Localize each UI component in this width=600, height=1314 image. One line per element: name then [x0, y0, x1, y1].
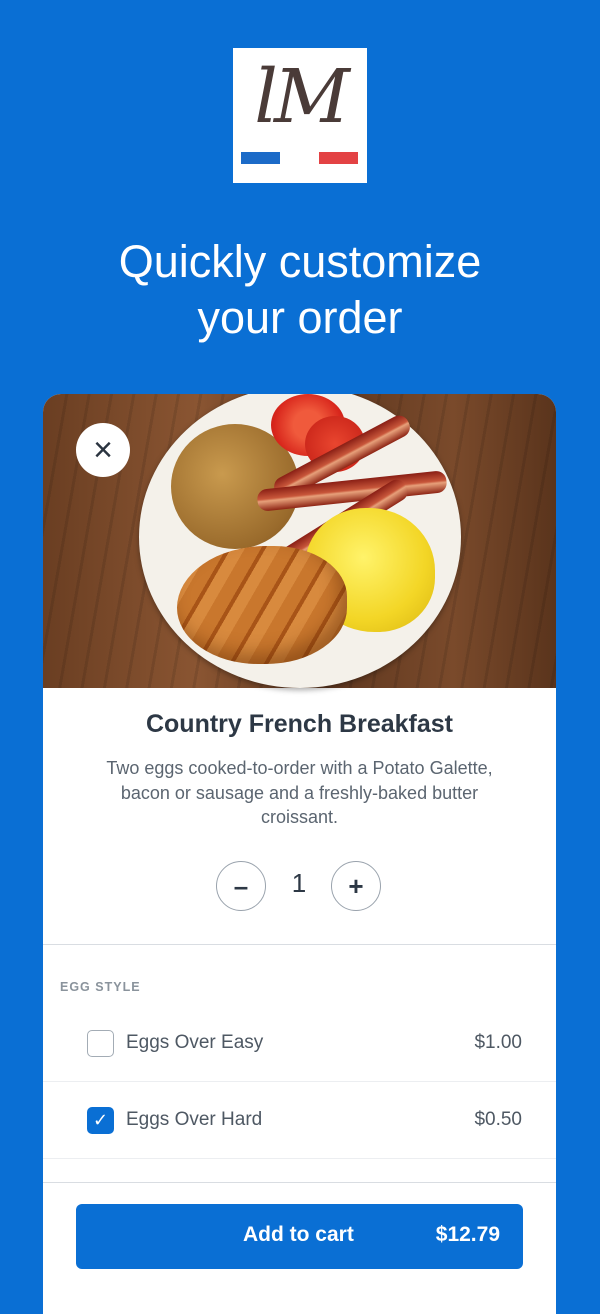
croissant-image	[177, 546, 347, 664]
option-label: Eggs Over Hard	[126, 1109, 263, 1130]
section-divider	[43, 944, 556, 945]
decrease-quantity-button[interactable]: –	[216, 861, 266, 911]
logo-blue-stripe	[241, 152, 280, 164]
logo-monogram: lM	[254, 54, 349, 140]
brand-logo: lM	[233, 48, 367, 183]
option-checkbox[interactable]	[87, 1030, 114, 1057]
option-price: $0.50	[474, 1109, 522, 1130]
close-button[interactable]: ×	[76, 423, 130, 477]
option-row-eggs-over-easy[interactable]: Eggs Over Easy $1.00	[43, 1006, 556, 1082]
close-icon: ×	[93, 431, 113, 469]
option-row-eggs-over-hard[interactable]: ✓ Eggs Over Hard $0.50	[43, 1083, 556, 1159]
increase-quantity-button[interactable]: +	[331, 861, 381, 911]
section-label-egg-style: EGG STYLE	[60, 980, 141, 994]
headline: Quickly customize your order	[0, 234, 600, 346]
option-label: Eggs Over Easy	[126, 1032, 264, 1053]
item-photo: ×	[43, 394, 556, 688]
item-description: Two eggs cooked-to-order with a Potato G…	[106, 758, 493, 827]
option-checkbox-checked[interactable]: ✓	[87, 1107, 114, 1134]
option-price: $1.00	[474, 1032, 522, 1053]
footer-divider	[43, 1182, 556, 1183]
headline-line-2: your order	[197, 292, 403, 343]
quantity-value: 1	[291, 868, 307, 898]
item-title: Country French Breakfast	[145, 710, 454, 738]
row-divider	[43, 1158, 556, 1159]
item-detail-card: × Country French Breakfast Two eggs cook…	[43, 394, 556, 1314]
cart-total-price: $12.79	[435, 1223, 500, 1246]
row-divider	[43, 1081, 556, 1082]
checkmark-icon: ✓	[92, 1110, 109, 1130]
minus-icon: –	[233, 870, 249, 901]
plus-icon: +	[348, 870, 364, 901]
add-to-cart-button[interactable]: Add to cart $12.79	[76, 1204, 523, 1269]
add-to-cart-label: Add to cart	[243, 1223, 354, 1246]
logo-red-stripe	[319, 152, 358, 164]
headline-line-1: Quickly customize	[118, 236, 482, 287]
